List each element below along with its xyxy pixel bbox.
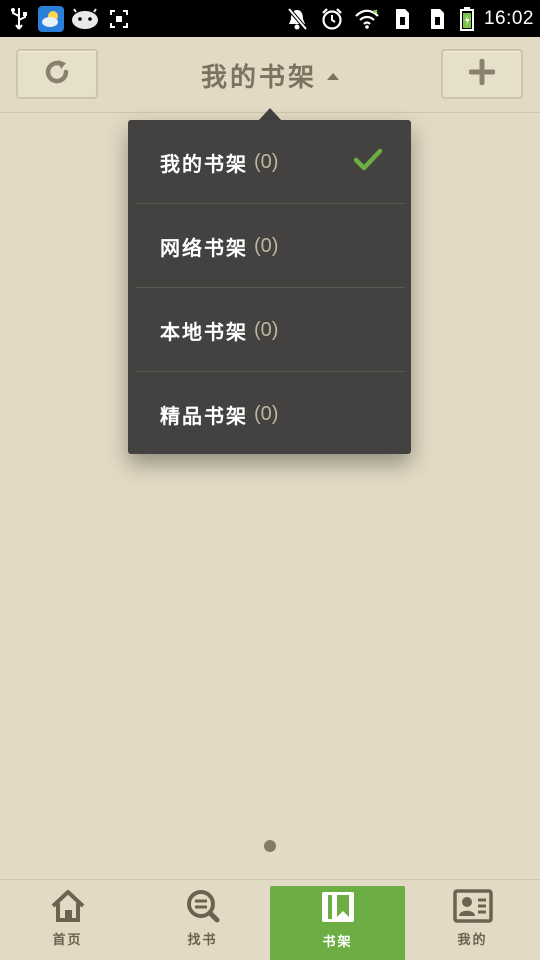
tab-find-books[interactable]: 找书: [135, 880, 270, 960]
checkmark-icon: [353, 148, 383, 176]
menu-item-count: (0): [254, 234, 279, 257]
status-right-icons: 16:02: [284, 4, 534, 34]
tab-label: 我的: [457, 933, 488, 948]
menu-item-label: 我的书架: [160, 151, 248, 176]
menu-item-label: 网络书架: [160, 235, 248, 260]
caret-up-icon: [327, 72, 339, 80]
plus-icon: [468, 58, 496, 89]
tab-label: 首页: [52, 933, 83, 948]
menu-item-label: 精品书架: [160, 403, 248, 428]
wifi-icon: [354, 6, 380, 32]
profile-card-icon: [452, 889, 493, 927]
shelf-dropdown-menu: 我的书架 (0) 网络书架 (0) 本地书架 (0) 精品书架 (0): [128, 120, 411, 454]
tab-label: 找书: [187, 933, 218, 948]
status-bar: 16:02: [0, 0, 540, 37]
weather-icon: [38, 6, 64, 32]
bottom-nav: 首页 找书 书架 我的: [0, 879, 540, 960]
battery-icon: [459, 6, 475, 32]
add-button[interactable]: [441, 49, 523, 99]
menu-item-my-shelf[interactable]: 我的书架 (0): [128, 120, 411, 204]
sim2-icon: [424, 6, 450, 32]
tab-mine[interactable]: 我的: [405, 880, 540, 960]
status-time: 16:02: [483, 8, 534, 29]
home-icon: [49, 889, 87, 927]
menu-item-local-shelf[interactable]: 本地书架 (0): [128, 288, 411, 372]
app-header: 我的书架: [0, 37, 540, 113]
menu-item-premium-shelf[interactable]: 精品书架 (0): [128, 372, 411, 456]
bookshelf-icon: [319, 889, 357, 929]
status-left-icons: [6, 4, 132, 34]
search-icon: [184, 889, 222, 927]
screenshot-icon: [106, 6, 132, 32]
menu-item-count: (0): [254, 402, 279, 425]
mute-icon: [284, 6, 310, 32]
sim1-icon: [389, 6, 415, 32]
alarm-icon: [319, 6, 345, 32]
menu-item-label: 本地书架: [160, 319, 248, 344]
page-title: 我的书架: [200, 62, 317, 93]
menu-item-count: (0): [254, 318, 279, 341]
tab-label: 书架: [322, 935, 353, 950]
tab-bookshelf[interactable]: 书架: [270, 886, 405, 960]
usb-icon: [6, 6, 32, 32]
android-icon: [70, 6, 100, 32]
page-indicator-dot: [264, 840, 276, 852]
menu-item-count: (0): [254, 150, 279, 173]
menu-item-network-shelf[interactable]: 网络书架 (0): [128, 204, 411, 288]
tab-home[interactable]: 首页: [0, 880, 135, 960]
